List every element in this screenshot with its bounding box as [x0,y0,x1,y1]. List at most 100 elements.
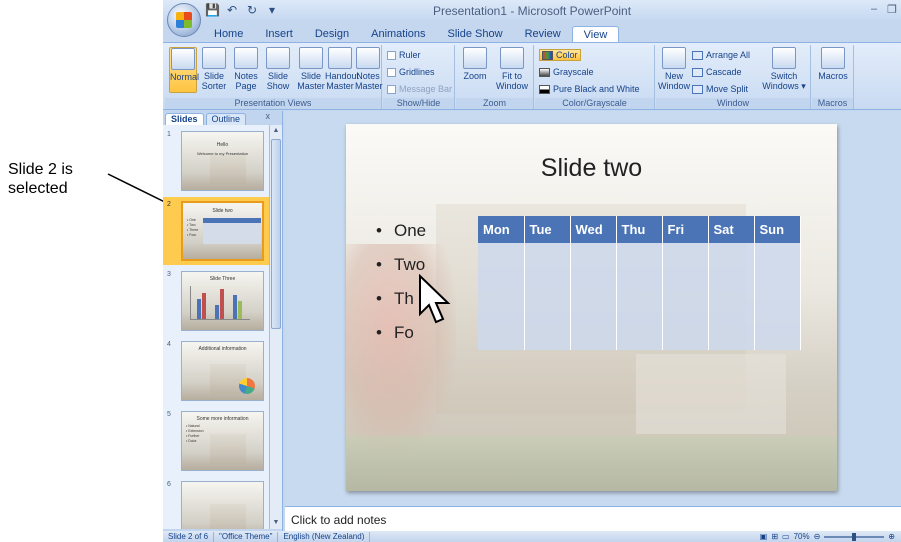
grayscale-label: Grayscale [553,67,594,77]
macros-button[interactable]: Macros [816,47,850,93]
thumbnail-bar [233,295,237,319]
slide-master-label-2: Master [297,81,325,91]
slide-title[interactable]: Slide two [346,154,837,183]
zoom-out-icon[interactable]: ⊖ [814,532,821,542]
thumbnail-scrollbar[interactable]: ▲ ▼ [269,125,282,529]
scroll-down-icon[interactable]: ▼ [270,517,282,529]
tab-slides[interactable]: Slides [165,113,204,125]
thumbnail-bullet: • Four [187,233,197,237]
slide-thumbnail-5[interactable]: 5 Some more information • Natural • Exte… [163,407,269,475]
scroll-thumb[interactable] [271,139,281,329]
color-button[interactable]: Color [539,49,581,61]
table-cell[interactable] [616,243,663,350]
normal-view-button[interactable]: Normal [169,47,200,93]
tab-review[interactable]: Review [514,26,572,42]
thumbnail-bar [202,293,206,319]
zoom-in-icon[interactable]: ⊕ [888,532,895,542]
arrange-all-icon [692,50,703,60]
slide-sorter-button[interactable]: Slide Sorter [199,47,229,93]
fit-label-1: Fit to [501,71,522,81]
magnifier-icon [463,47,487,69]
table-cell[interactable] [754,243,801,350]
week-table[interactable]: Mon Tue Wed Thu Fri Sat Sun [478,216,801,350]
cascade-button[interactable]: Cascade [692,66,742,78]
table-header-cell: Fri [662,216,709,243]
thumbnail-bullet: • Dolor [186,439,197,443]
table-header-cell: Wed [570,216,617,243]
grayscale-button[interactable]: Grayscale [539,66,594,78]
gridlines-checkbox[interactable]: Gridlines [387,66,435,78]
ruler-check-icon [387,50,396,60]
tab-design[interactable]: Design [304,26,360,42]
switch-label-1: Switch [770,71,798,81]
message-bar-checkbox[interactable]: Message Bar [387,83,452,95]
handout-master-button[interactable]: Handout Master [325,47,359,93]
slide-number: 5 [167,411,171,418]
slide-sorter-icon[interactable]: ⊞ [771,532,778,542]
move-split-button[interactable]: Move Split [692,83,748,95]
arrange-all-button[interactable]: Arrange All [692,49,750,61]
slide-thumbnail-1[interactable]: 1 Hello Welcome to my Presentation [163,127,269,195]
slide-thumbnail-3[interactable]: 3 Slide Three [163,267,269,335]
group-label-color-grayscale: Color/Grayscale [535,98,654,109]
zoom-slider[interactable] [824,532,885,541]
current-slide[interactable]: Slide two One Two Th Fo Mon Tue Wed Thu … [346,124,837,491]
table-cell[interactable] [662,243,709,350]
switch-windows-button[interactable]: Switch Windows ▾ [762,47,806,93]
new-window-button[interactable]: New Window [658,47,690,93]
tab-view[interactable]: View [571,26,620,42]
office-button[interactable] [167,3,201,37]
tab-outline[interactable]: Outline [205,113,247,125]
notes-placeholder: Click to add notes [291,513,387,527]
scroll-up-icon[interactable]: ▲ [270,125,282,137]
tab-slide-show[interactable]: Slide Show [437,26,514,42]
table-cell[interactable] [524,243,571,350]
slide-number: 4 [167,341,171,348]
zoom-slider-thumb[interactable] [852,532,857,541]
close-pane-icon[interactable]: x [266,111,271,121]
slide-number: 6 [167,481,171,488]
table-cell[interactable] [570,243,617,350]
slide-show-icon[interactable]: ▭ [782,532,790,542]
table-cell[interactable] [708,243,755,350]
tab-home[interactable]: Home [203,26,254,42]
thumbnail-bar [197,299,201,319]
thumbnail-title: Some more information [196,416,249,422]
thumbnail-bullets: • One • Two • Three • Four [187,218,198,238]
group-window: New Window Arrange All Cascade Move Spli… [656,45,811,109]
thumbnail-image [181,481,264,529]
ruler-checkbox[interactable]: Ruler [387,49,421,61]
slide-thumbnail-6[interactable]: 6 [163,477,269,529]
fit-to-window-button[interactable]: Fit to Window [494,47,530,93]
notes-page-button[interactable]: Notes Page [231,47,261,93]
thumbnail-title: Slide Three [209,276,236,282]
table-cell[interactable] [478,243,525,350]
table-header-cell: Thu [616,216,663,243]
group-label-presentation-views: Presentation Views [165,98,381,109]
tab-insert[interactable]: Insert [254,26,304,42]
restore-button[interactable]: ❐ [887,3,897,16]
notes-pane[interactable]: Click to add notes [285,506,901,531]
new-window-icon [662,47,686,69]
zoom-level[interactable]: 70% [794,532,810,542]
minimize-button[interactable]: – [871,3,877,16]
normal-label: Normal [170,72,200,82]
slide-thumbnail-2[interactable]: 2 Slide two • One • Two • Three • Four [163,197,269,265]
notes-master-button[interactable]: Notes Master [355,47,383,93]
slides-pane: Slides Outline x 1 Hello Welcome to my P… [163,111,283,531]
normal-view-icon[interactable]: ▣ [760,532,768,542]
black-white-swatch-icon [539,84,550,94]
thumbnail-bullets: • Natural • Extension • Further • Dolor [186,424,204,444]
macros-label: Macros [818,71,848,81]
zoom-button[interactable]: Zoom [460,47,490,93]
pure-black-white-button[interactable]: Pure Black and White [539,83,640,95]
tab-animations[interactable]: Animations [360,26,436,42]
language-status[interactable]: English (New Zealand) [278,531,371,542]
slide-master-icon [299,47,323,69]
color-swatch-icon [542,50,553,60]
ribbon: Normal Slide Sorter Notes Page Slide Sho… [163,42,901,110]
slide-thumbnail-4[interactable]: 4 Additional information [163,337,269,405]
pane-tabs: Slides Outline [165,113,248,125]
slide-show-button[interactable]: Slide Show [263,47,293,93]
slide-master-button[interactable]: Slide Master [297,47,325,93]
